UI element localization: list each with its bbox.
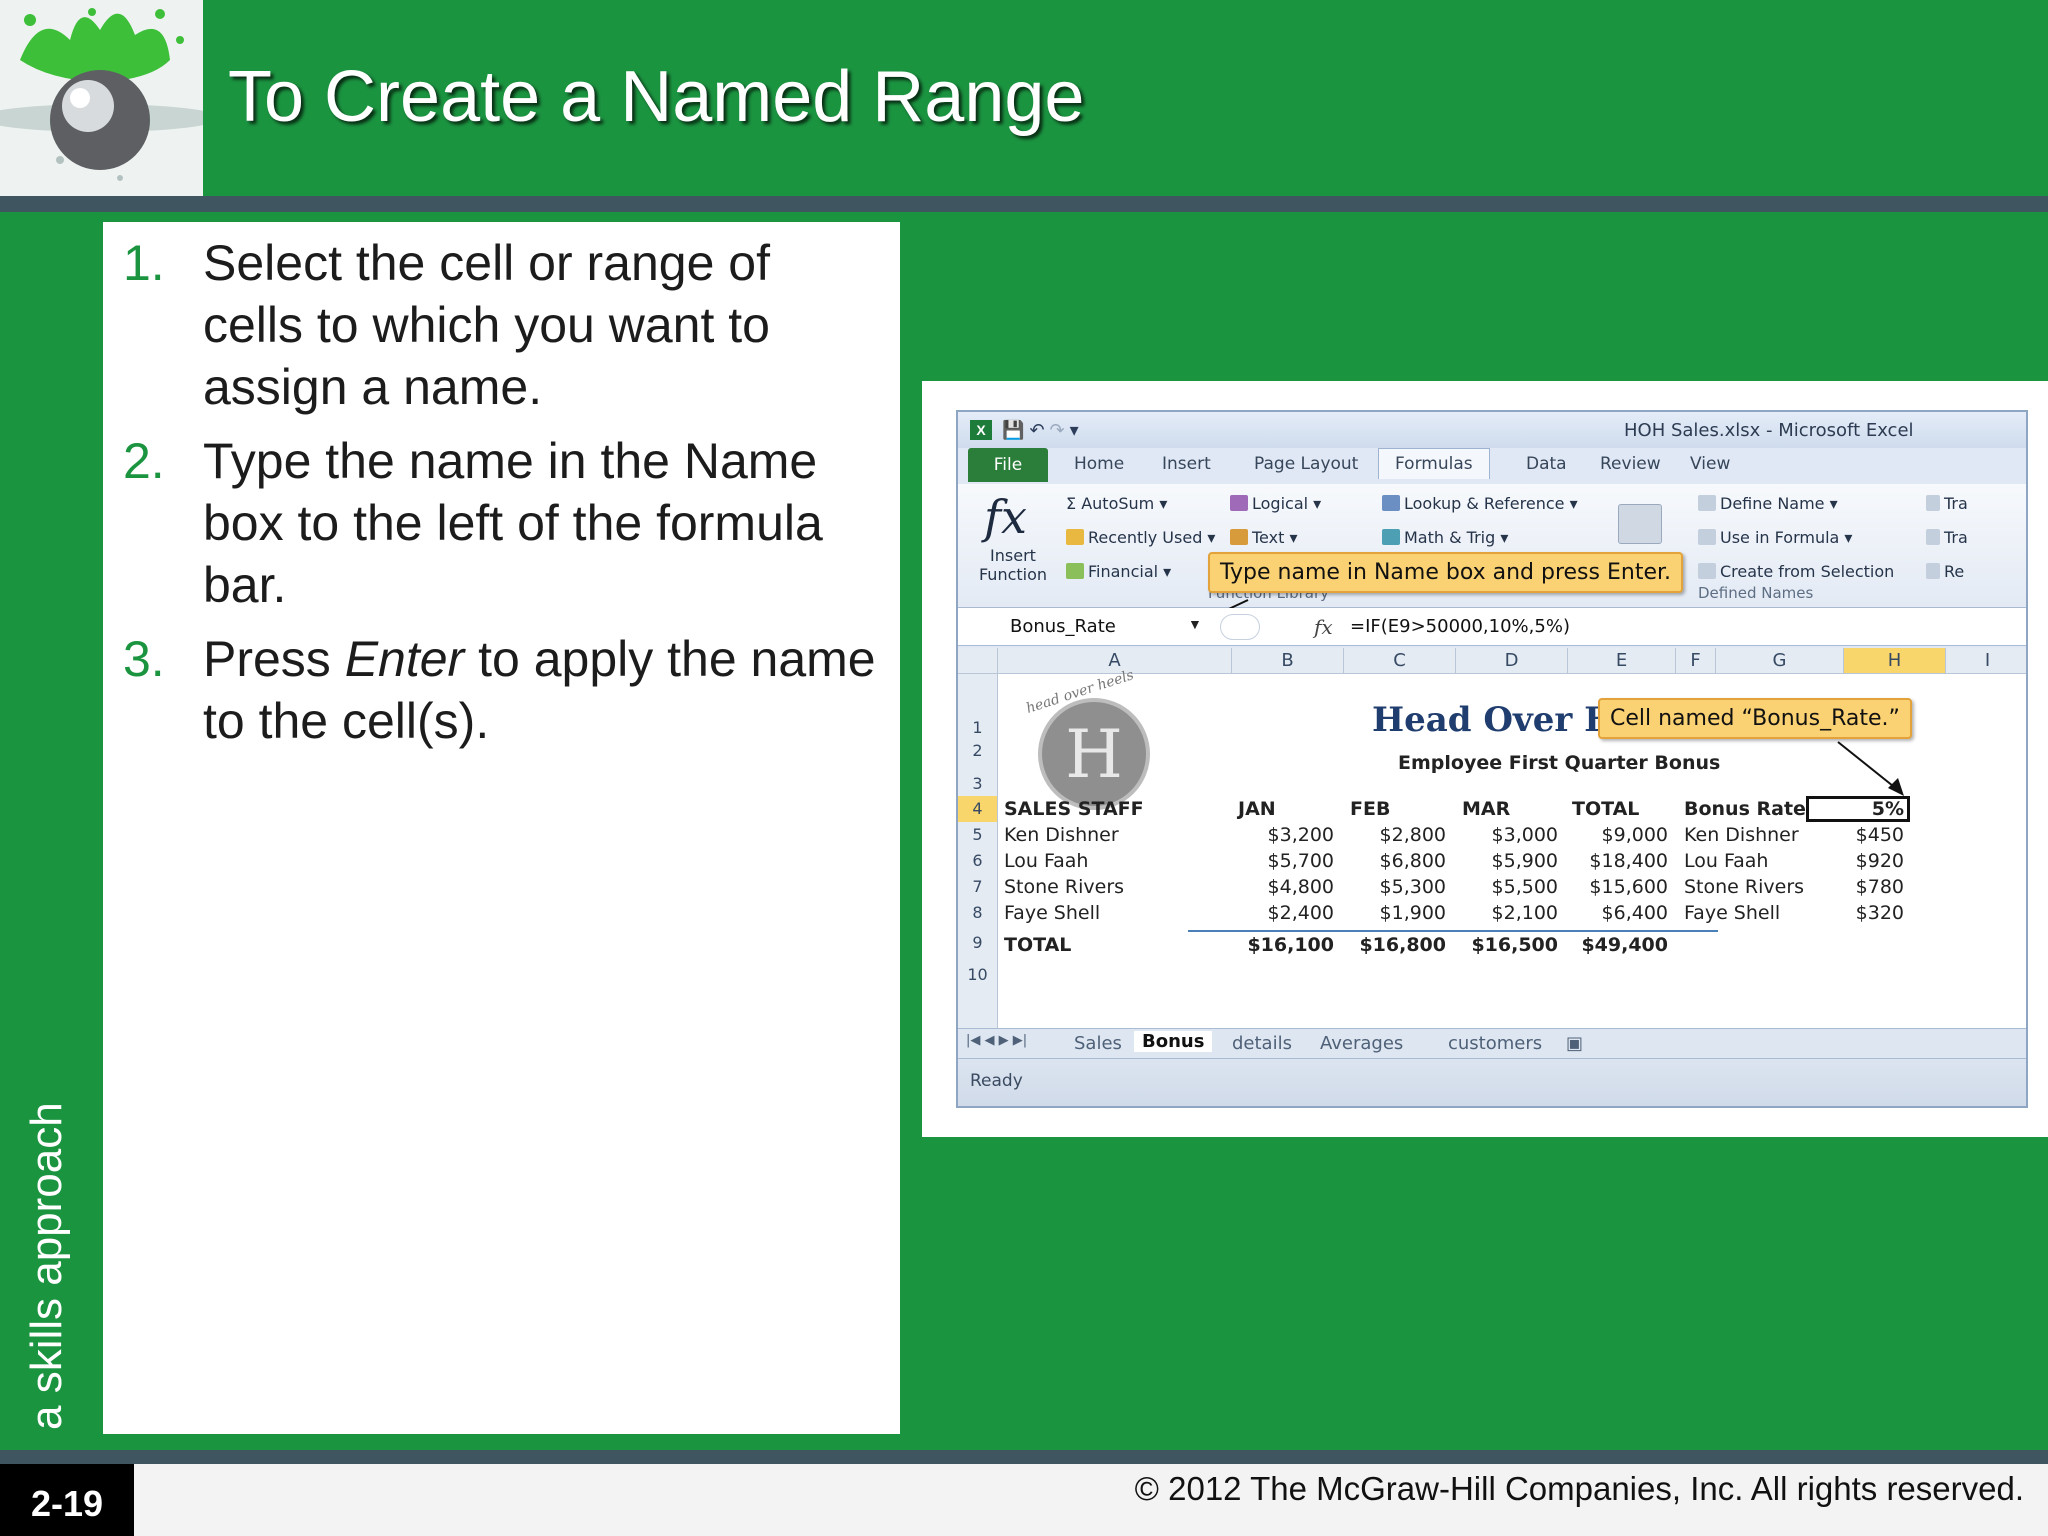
sales-value-cell[interactable]: $1,900: [1344, 902, 1446, 924]
steps-list: 1. Select the cell or range of cells to …: [123, 232, 883, 764]
content-panel: 1. Select the cell or range of cells to …: [103, 222, 900, 1434]
step-text-pre: Press: [203, 631, 345, 687]
slide-number: 2-19: [0, 1464, 134, 1536]
step-text: Type the name in the Name box to the lef…: [203, 433, 823, 613]
formula-bar: Bonus_Rate ▼ fx =IF(E9>50000,10%,5%): [958, 608, 2026, 646]
staff-name-cell[interactable]: Ken Dishner: [1004, 824, 1119, 846]
header-cell[interactable]: JAN: [1238, 798, 1276, 820]
sales-value-cell[interactable]: $5,900: [1456, 850, 1558, 872]
sales-value-cell[interactable]: $6,400: [1568, 902, 1668, 924]
sheet-tab-averages[interactable]: Averages: [1320, 1033, 1403, 1054]
sales-value-cell[interactable]: $2,800: [1344, 824, 1446, 846]
sales-value-cell[interactable]: $6,800: [1344, 850, 1446, 872]
slide-header: To Create a Named Range: [0, 0, 2048, 196]
sales-value-cell[interactable]: $9,000: [1568, 824, 1668, 846]
bonus-staff-cell[interactable]: Stone Rivers: [1684, 876, 1804, 898]
formula-input[interactable]: =IF(E9>50000,10%,5%): [1350, 612, 1570, 642]
staff-name-cell[interactable]: Faye Shell: [1004, 902, 1100, 924]
sales-value-cell[interactable]: $15,600: [1568, 876, 1668, 898]
total-rule: [1188, 930, 1718, 932]
name-box-dropdown-icon[interactable]: ▼: [1188, 616, 1202, 632]
total-cell[interactable]: $16,100: [1232, 934, 1334, 956]
sales-value-cell[interactable]: $3,200: [1232, 824, 1334, 846]
bonus-rate-label[interactable]: Bonus Rate: [1684, 798, 1806, 820]
splash-logo-icon: [0, 0, 203, 196]
step-text: Select the cell or range of cells to whi…: [203, 235, 770, 415]
total-cell[interactable]: $16,800: [1344, 934, 1446, 956]
sales-value-cell[interactable]: $2,100: [1456, 902, 1558, 924]
excel-screenshot: X 💾 ↶ ↷ ▾ HOH Sales.xlsx - Microsoft Exc…: [922, 381, 2048, 1137]
staff-name-cell[interactable]: Stone Rivers: [1004, 876, 1124, 898]
step-text-key: Enter: [344, 631, 465, 687]
bonus-amount-cell[interactable]: $450: [1808, 824, 1904, 846]
excel-window: X 💾 ↶ ↷ ▾ HOH Sales.xlsx - Microsoft Exc…: [956, 410, 2028, 1108]
step-item: 1. Select the cell or range of cells to …: [123, 232, 883, 418]
bonus-staff-cell[interactable]: Faye Shell: [1684, 902, 1780, 924]
total-cell[interactable]: $49,400: [1568, 934, 1668, 956]
sales-value-cell[interactable]: $5,500: [1456, 876, 1558, 898]
total-label[interactable]: TOTAL: [1004, 934, 1071, 956]
sheet-tab-sales[interactable]: Sales: [1074, 1033, 1122, 1054]
header-cell[interactable]: TOTAL: [1572, 798, 1639, 820]
staff-name-cell[interactable]: Lou Faah: [1004, 850, 1088, 872]
sales-value-cell[interactable]: $4,800: [1232, 876, 1334, 898]
slide-title: To Create a Named Range: [228, 57, 1085, 137]
step-item: 3. Press Enter to apply the name to the …: [123, 628, 883, 752]
status-text: Ready: [970, 1071, 1023, 1091]
step-number: 2.: [123, 433, 165, 489]
fx-icon[interactable]: fx: [1314, 612, 1333, 642]
step-number: 3.: [123, 631, 165, 687]
step-item: 2. Type the name in the Name box to the …: [123, 430, 883, 616]
sales-value-cell[interactable]: $5,300: [1344, 876, 1446, 898]
sales-value-cell[interactable]: $5,700: [1232, 850, 1334, 872]
worksheet-grid: A B C D E F G H I 1 2 3 4 5 6 7 8 9 10 H…: [958, 648, 2026, 1028]
formula-bar-splitter[interactable]: [1220, 614, 1260, 640]
bonus-staff-cell[interactable]: Ken Dishner: [1684, 824, 1799, 846]
step-text: Press Enter to apply the name to the cel…: [203, 631, 876, 749]
status-bar: Ready: [958, 1058, 2026, 1106]
footer-divider: [0, 1450, 2048, 1464]
side-caption: a skills approach: [22, 1102, 71, 1430]
insert-sheet-icon[interactable]: ▣: [1566, 1033, 1583, 1054]
sheet-tab-customers[interactable]: customers: [1448, 1033, 1542, 1054]
sheet-nav-arrows-icon[interactable]: |◀ ◀ ▶ ▶|: [966, 1033, 1027, 1048]
total-cell[interactable]: $16,500: [1456, 934, 1558, 956]
splash-logo: [0, 0, 203, 196]
bonus-amount-cell[interactable]: $320: [1808, 902, 1904, 924]
sheet-tab-bonus[interactable]: Bonus: [1134, 1031, 1213, 1052]
header-divider: [0, 196, 2048, 212]
header-cell[interactable]: MAR: [1462, 798, 1510, 820]
copyright-notice: © 2012 The McGraw-Hill Companies, Inc. A…: [1134, 1470, 2024, 1507]
bonus-amount-cell[interactable]: $780: [1808, 876, 1904, 898]
sheet-tab-details[interactable]: details: [1232, 1033, 1292, 1054]
step-number: 1.: [123, 235, 165, 291]
name-box[interactable]: Bonus_Rate: [966, 612, 1216, 642]
bonus-amount-cell[interactable]: $920: [1808, 850, 1904, 872]
sheet-tabs-bar: |◀ ◀ ▶ ▶| Sales Bonus details Averages c…: [958, 1028, 2026, 1058]
sales-value-cell[interactable]: $18,400: [1568, 850, 1668, 872]
bonus-staff-cell[interactable]: Lou Faah: [1684, 850, 1768, 872]
sales-value-cell[interactable]: $3,000: [1456, 824, 1558, 846]
sales-value-cell[interactable]: $2,400: [1232, 902, 1334, 924]
bonus-rate-cell[interactable]: 5%: [1808, 798, 1904, 820]
header-cell[interactable]: FEB: [1350, 798, 1390, 820]
header-cell[interactable]: SALES STAFF: [1004, 798, 1144, 820]
